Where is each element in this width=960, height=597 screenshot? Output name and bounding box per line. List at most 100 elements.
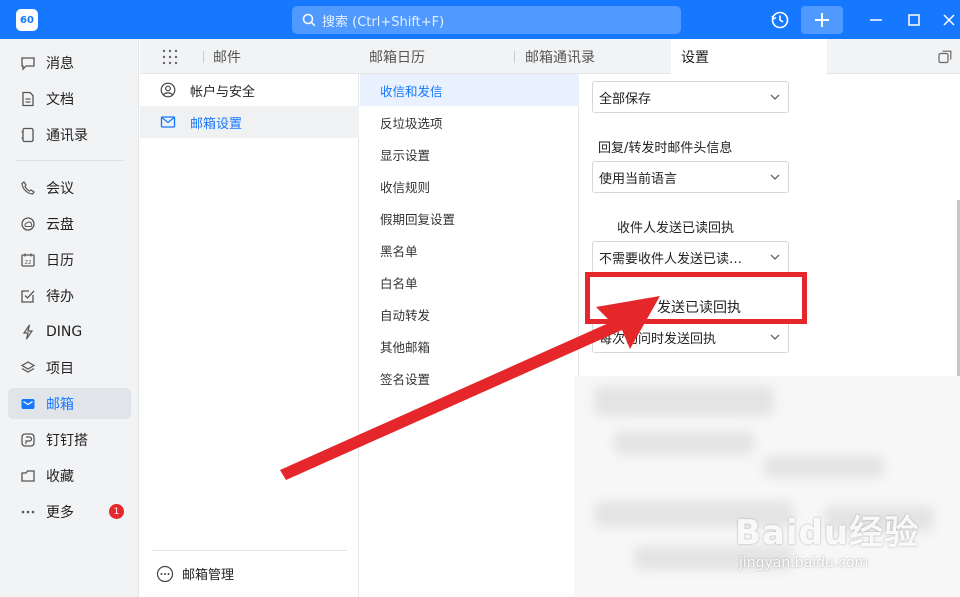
settings-nav-mail-settings[interactable]: 邮箱设置 [140, 106, 359, 138]
sub-nav-anti-spam[interactable]: 反垃圾选项 [360, 106, 579, 138]
nav-item-project[interactable]: 项目 [8, 352, 131, 383]
tab-settings[interactable]: 设置 [671, 39, 827, 74]
sub-nav-label: 显示设置 [380, 147, 431, 163]
project-icon [20, 360, 36, 376]
tab-mail[interactable]: 邮件 [213, 39, 241, 74]
popout-icon[interactable] [938, 39, 956, 74]
nav-item-label: DING [46, 323, 83, 340]
read-receipt-select[interactable]: 不需要收件人发送已读… [592, 241, 789, 273]
calendar-icon: 22 [20, 252, 36, 268]
nav-item-meeting[interactable]: 会议 [8, 172, 131, 203]
nav-item-todo[interactable]: 待办 [8, 280, 131, 311]
sub-nav-label: 签名设置 [380, 371, 431, 387]
nav-item-label: 邮箱 [46, 396, 74, 413]
ding-icon [20, 324, 36, 340]
plus-icon [815, 13, 829, 27]
watermark-url: jingyan.baidu.com [739, 555, 869, 571]
sub-nav-display[interactable]: 显示设置 [360, 138, 579, 170]
tab-mail-calendar[interactable]: 邮箱日历 [369, 39, 425, 74]
settings-nav: 帐户与安全 邮箱设置 邮箱管理 [140, 74, 359, 597]
sub-nav-other-mailbox[interactable]: 其他邮箱 [360, 330, 579, 362]
svg-text:22: 22 [25, 260, 32, 266]
save-mode-select[interactable]: 全部保存 [592, 81, 789, 113]
mailbox-management-button[interactable]: 邮箱管理 [152, 550, 347, 596]
sub-nav-label: 收信规则 [380, 179, 431, 195]
search-placeholder: 搜索 (Ctrl+Shift+F) [322, 14, 445, 30]
nav-item-favorites[interactable]: 收藏 [8, 460, 131, 491]
contacts-icon [20, 127, 36, 143]
search-box[interactable]: 搜索 (Ctrl+Shift+F) [292, 6, 681, 34]
sub-nav-label: 其他邮箱 [380, 339, 431, 355]
tab-label: 邮箱通讯录 [525, 49, 595, 66]
favorites-icon [20, 468, 36, 484]
select-value: 每次询问时发送回执 [599, 331, 717, 347]
sub-nav-auto-forward[interactable]: 自动转发 [360, 298, 579, 330]
todo-icon [20, 288, 36, 304]
app-grid-icon[interactable] [162, 39, 182, 74]
tab-divider [203, 51, 204, 63]
minimize-icon[interactable] [867, 11, 885, 29]
select-value: 使用当前语言 [599, 171, 678, 187]
message-icon [20, 55, 36, 71]
chevron-down-icon [762, 241, 788, 273]
tab-bar: 邮件 邮箱日历 邮箱通讯录 设置 [140, 39, 960, 74]
maximize-icon[interactable] [905, 11, 923, 29]
tab-label: 设置 [681, 49, 709, 66]
search-icon [302, 13, 316, 27]
tab-label: 邮箱日历 [369, 49, 425, 66]
nav-item-label: 待办 [46, 288, 74, 305]
app-avatar[interactable]: 60 [16, 9, 38, 31]
send-receipt-select[interactable]: 每次询问时发送回执 [592, 321, 789, 353]
nav-divider [16, 160, 123, 161]
chevron-down-icon [762, 161, 788, 193]
mail-icon [160, 114, 176, 130]
left-nav: 消息 文档 通讯录 会议 云盘 22 日历 待办 DING 项目 邮箱 钉钉搭 [0, 39, 139, 597]
settings-nav-label: 帐户与安全 [190, 84, 256, 100]
nav-item-label: 项目 [46, 360, 74, 377]
settings-nav-account-security[interactable]: 帐户与安全 [140, 74, 359, 106]
more-icon [20, 504, 36, 520]
sub-nav-label: 假期回复设置 [380, 211, 456, 227]
mailbox-management-label: 邮箱管理 [182, 568, 235, 583]
nav-item-mail[interactable]: 邮箱 [8, 388, 131, 419]
close-icon[interactable] [940, 11, 958, 29]
nav-item-label: 会议 [46, 180, 74, 197]
sub-nav-vacation-reply[interactable]: 假期回复设置 [360, 202, 579, 234]
nav-item-label: 收藏 [46, 468, 74, 485]
select-value: 全部保存 [599, 91, 652, 107]
nav-item-label: 通讯录 [46, 127, 88, 144]
nav-item-label: 文档 [46, 91, 74, 108]
title-bar: 60 搜索 (Ctrl+Shift+F) [0, 0, 960, 39]
dingda-icon [20, 432, 36, 448]
sub-nav-whitelist[interactable]: 白名单 [360, 266, 579, 298]
document-icon [20, 91, 36, 107]
nav-item-ding[interactable]: DING [8, 316, 131, 347]
user-circle-icon [160, 82, 176, 98]
notification-badge: 1 [109, 504, 124, 519]
nav-item-documents[interactable]: 文档 [8, 83, 131, 114]
read-receipt-label: 收件人发送已读回执 [617, 221, 735, 236]
history-icon[interactable] [770, 10, 790, 30]
sub-nav-label: 收信和发信 [380, 83, 443, 99]
sub-nav-signature[interactable]: 签名设置 [360, 362, 579, 394]
add-button[interactable] [801, 6, 843, 34]
reply-header-select[interactable]: 使用当前语言 [592, 161, 789, 193]
nav-item-calendar[interactable]: 22 日历 [8, 244, 131, 275]
nav-item-dingda[interactable]: 钉钉搭 [8, 424, 131, 455]
nav-item-messages[interactable]: 消息 [8, 47, 131, 78]
nav-item-label: 更多 [46, 504, 74, 521]
tab-mail-contacts[interactable]: 邮箱通讯录 [525, 39, 595, 74]
nav-item-contacts[interactable]: 通讯录 [8, 119, 131, 150]
settings-nav-label: 邮箱设置 [190, 116, 243, 132]
chevron-down-icon [762, 81, 788, 113]
mail-icon [20, 396, 36, 412]
sub-nav-receive-send[interactable]: 收信和发信 [360, 74, 579, 106]
sub-nav-blacklist[interactable]: 黑名单 [360, 234, 579, 266]
reply-header-label: 回复/转发时邮件头信息 [598, 141, 733, 156]
nav-item-label: 云盘 [46, 216, 74, 233]
nav-item-label: 消息 [46, 55, 74, 72]
cloud-drive-icon [20, 216, 36, 232]
sub-nav-label: 白名单 [380, 275, 418, 291]
nav-item-cloud-drive[interactable]: 云盘 [8, 208, 131, 239]
sub-nav-receive-rules[interactable]: 收信规则 [360, 170, 579, 202]
